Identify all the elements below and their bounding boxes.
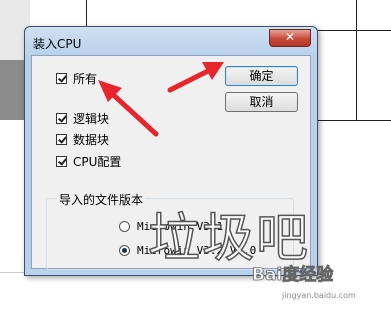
arrow-to-ok-button bbox=[167, 62, 224, 93]
watermark-url: jingyan.baidu.com bbox=[282, 291, 356, 300]
arrow-to-all-checkbox bbox=[98, 80, 159, 137]
baidu-jingyan-logo: Bai度经验 bbox=[252, 265, 334, 286]
